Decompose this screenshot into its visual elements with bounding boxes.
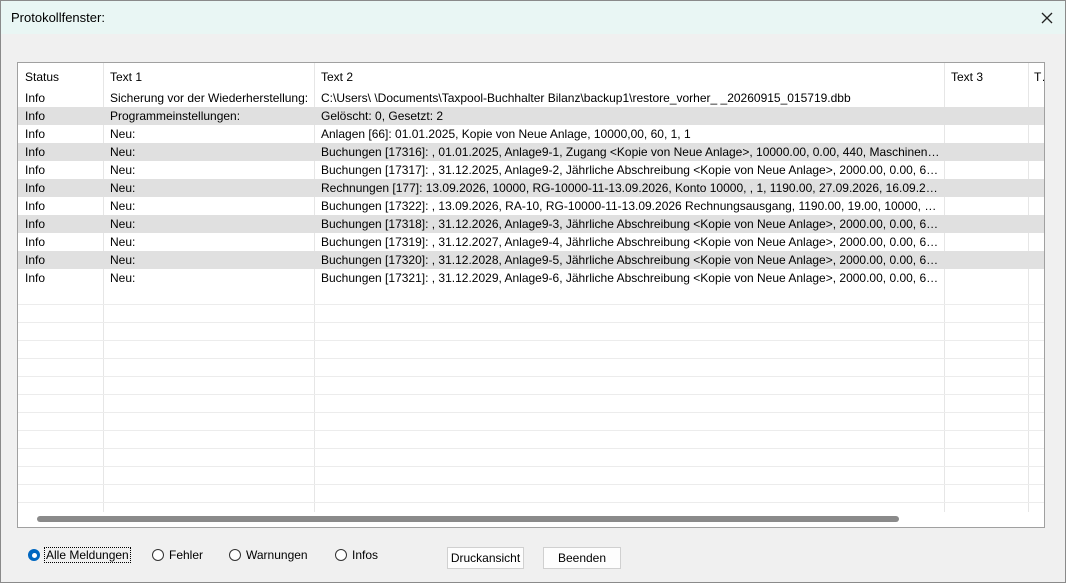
cell-status: Info xyxy=(25,253,46,267)
row-divider xyxy=(18,502,1044,503)
cell-text1: Sicherung vor der Wiederherstellung: xyxy=(110,91,309,105)
radio-indicator xyxy=(152,549,164,561)
radio-indicator xyxy=(335,549,347,561)
cell-status: Info xyxy=(25,217,46,231)
cell-text3 xyxy=(951,233,1031,251)
filter-errors[interactable]: Fehler xyxy=(152,546,203,564)
empty-row[interactable] xyxy=(18,431,1044,449)
filter-label: Warnungen xyxy=(246,548,308,562)
table-row[interactable]: Info Neu: Anlagen [66]: 01.01.2025, Kopie … xyxy=(18,125,1044,143)
cell-text2: C:\Users\ \Documents\Taxpool-Buchhalter … xyxy=(321,91,851,105)
empty-row[interactable] xyxy=(18,467,1044,485)
table-row[interactable]: Info Neu: Buchungen [17320]: , 31.12.2028,… xyxy=(18,251,1044,269)
filter-label: Alle Meldungen xyxy=(44,547,131,563)
window-title: Protokollfenster: xyxy=(11,10,105,25)
cell-text1: Neu: xyxy=(110,181,136,195)
filter-warnings[interactable]: Warnungen xyxy=(229,546,308,564)
column-header-text3[interactable]: Text 3 xyxy=(951,66,1031,88)
empty-row[interactable] xyxy=(18,413,1044,431)
table-row[interactable]: Info Neu: Buchungen [17322]: , 13.09.2026,… xyxy=(18,197,1044,215)
cell-text1: Neu: xyxy=(110,271,136,285)
cell-text3 xyxy=(951,215,1031,233)
empty-row[interactable] xyxy=(18,287,1044,305)
filter-label: Fehler xyxy=(169,548,204,562)
close-button[interactable]: Beenden xyxy=(543,547,621,569)
cell-text3 xyxy=(951,179,1031,197)
cell-text2: Buchungen [17319]: , 31.12.2027, Anlage9… xyxy=(321,235,941,249)
cell-text3 xyxy=(951,269,1031,287)
cell-text2: Buchungen [17322]: , 13.09.2026, RA-10, … xyxy=(321,199,941,213)
close-icon xyxy=(1041,12,1053,23)
column-header-text2[interactable]: Text 2 xyxy=(321,66,941,88)
cell-status: Info xyxy=(25,91,46,105)
close-window-button[interactable] xyxy=(1029,1,1065,34)
column-header-text1[interactable]: Text 1 xyxy=(110,66,310,88)
cell-status: Info xyxy=(25,271,46,285)
table-row[interactable]: Info Programmeinstellungen: Gelöscht: 0, G… xyxy=(18,107,1044,125)
empty-row[interactable] xyxy=(18,395,1044,413)
cell-text2: Buchungen [17320]: , 31.12.2028, Anlage9… xyxy=(321,253,941,267)
cell-text2: Anlagen [66]: 01.01.2025, Kopie von Neue… xyxy=(321,127,691,141)
grid-header: Status Text 1 Text 2 Text 3 T€ xyxy=(18,66,1044,88)
cell-text1: Neu: xyxy=(110,127,136,141)
cell-text2: Gelöscht: 0, Gesetzt: 2 xyxy=(321,109,444,123)
cell-text2: Buchungen [17321]: , 31.12.2029, Anlage9… xyxy=(321,271,941,285)
cell-text1: Neu: xyxy=(110,253,136,267)
table-row[interactable]: Info Neu: Buchungen [17317]: , 31.12.2025,… xyxy=(18,161,1044,179)
cell-text2: Buchungen [17318]: , 31.12.2026, Anlage9… xyxy=(321,217,941,231)
empty-row[interactable] xyxy=(18,449,1044,467)
empty-row[interactable] xyxy=(18,341,1044,359)
filter-infos[interactable]: Infos xyxy=(335,546,378,564)
title-bar: Protokollfenster: xyxy=(1,1,1065,34)
table-row[interactable]: Info Sicherung vor der Wiederherstellung:… xyxy=(18,89,1044,107)
horizontal-scrollbar[interactable] xyxy=(18,512,1044,527)
table-row[interactable]: Info Neu: Buchungen [17318]: , 31.12.2026,… xyxy=(18,215,1044,233)
cell-text1: Neu: xyxy=(110,163,136,177)
cell-text3 xyxy=(951,89,1031,107)
cell-text2: Rechnungen [177]: 13.09.2026, 10000, RG-… xyxy=(321,181,941,195)
cell-status: Info xyxy=(25,235,46,249)
empty-row[interactable] xyxy=(18,359,1044,377)
cell-status: Info xyxy=(25,127,46,141)
cell-text3 xyxy=(951,251,1031,269)
cell-text2: Buchungen [17316]: , 01.01.2025, Anlage9… xyxy=(321,145,941,159)
cell-text1: Neu: xyxy=(110,199,136,213)
column-header-text4[interactable]: T€ xyxy=(1034,66,1044,88)
radio-indicator xyxy=(229,549,241,561)
cell-text1: Neu: xyxy=(110,145,136,159)
cell-text3 xyxy=(951,125,1031,143)
log-grid[interactable]: Status Text 1 Text 2 Text 3 T€ Info Siche… xyxy=(17,62,1045,528)
cell-status: Info xyxy=(25,163,46,177)
cell-status: Info xyxy=(25,199,46,213)
table-row[interactable]: Info Neu: Buchungen [17319]: , 31.12.2027,… xyxy=(18,233,1044,251)
cell-status: Info xyxy=(25,109,46,123)
cell-text1: Programmeinstellungen: xyxy=(110,109,241,123)
empty-row[interactable] xyxy=(18,305,1044,323)
empty-row[interactable] xyxy=(18,323,1044,341)
table-row[interactable]: Info Neu: Rechnungen [177]: 13.09.2026, 10… xyxy=(18,179,1044,197)
print-preview-button[interactable]: Druckansicht xyxy=(447,547,524,569)
column-header-status[interactable]: Status xyxy=(25,66,103,88)
cell-text1: Neu: xyxy=(110,235,136,249)
cell-status: Info xyxy=(25,145,46,159)
filter-label: Infos xyxy=(352,548,379,562)
cell-text3 xyxy=(951,143,1031,161)
cell-status: Info xyxy=(25,181,46,195)
empty-row[interactable] xyxy=(18,485,1044,503)
cell-text3 xyxy=(951,197,1031,215)
filter-all-messages[interactable]: Alle Meldungen xyxy=(28,546,131,564)
table-row[interactable]: Info Neu: Buchungen [17321]: , 31.12.2029,… xyxy=(18,269,1044,287)
table-row[interactable]: Info Neu: Buchungen [17316]: , 01.01.2025,… xyxy=(18,143,1044,161)
cell-text1: Neu: xyxy=(110,217,136,231)
protocol-window: Protokollfenster: Status Text 1 Text 2 T… xyxy=(0,0,1066,583)
cell-text3 xyxy=(951,161,1031,179)
empty-row[interactable] xyxy=(18,377,1044,395)
scrollbar-thumb[interactable] xyxy=(37,516,899,522)
cell-text3 xyxy=(951,107,1031,125)
radio-indicator xyxy=(28,549,40,561)
cell-text2: Buchungen [17317]: , 31.12.2025, Anlage9… xyxy=(321,163,941,177)
